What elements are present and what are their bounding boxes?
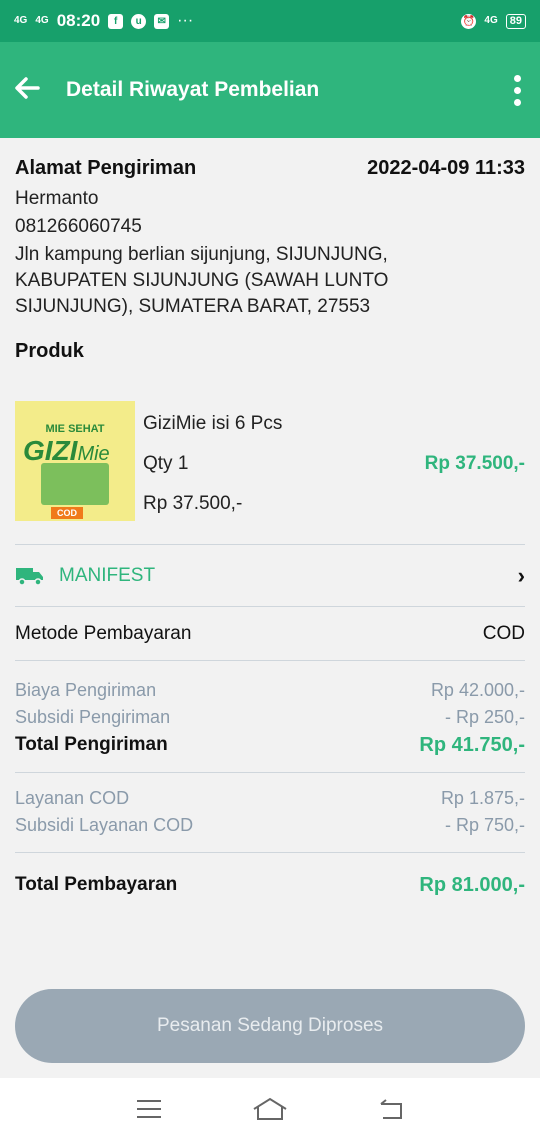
cod-subsidy-value: - Rp 750,- <box>444 815 525 835</box>
address-heading: Alamat Pengiriman <box>15 157 197 179</box>
network-indicator: 4G <box>14 15 28 26</box>
clock: 08:20 <box>56 11 101 30</box>
shipping-total-label: Total Pengiriman <box>15 734 168 755</box>
home-icon[interactable] <box>252 1097 288 1121</box>
divider <box>15 606 525 607</box>
shipping-subsidy-value: - Rp 250,- <box>444 707 525 727</box>
cod-fee-row: Layanan COD Rp 1.875,- <box>15 788 525 809</box>
more-vert-icon[interactable] <box>498 74 540 106</box>
shipping-subsidy-label: Subsidi Pengiriman <box>15 707 171 727</box>
divider <box>15 544 525 545</box>
shipping-total-row: Total Pengiriman Rp 41.750,- <box>15 734 525 757</box>
address-line-1: Jln kampung berlian sijunjung, SIJUNJUNG… <box>15 244 388 265</box>
product-unit-price: Rp 37.500,- <box>143 493 243 514</box>
truck-icon <box>16 568 43 586</box>
payment-method-value: COD <box>482 623 525 644</box>
address-header: Alamat Pengiriman 2022-04-09 11:33 <box>15 157 525 180</box>
grand-total-row: Total Pembayaran Rp 81.000,- <box>15 874 525 897</box>
product-qty: Qty 1 <box>143 453 189 474</box>
product-total: Rp 37.500,- <box>424 453 525 474</box>
recipient-name: Hermanto <box>15 188 99 209</box>
chevron-right-icon: › <box>517 563 525 588</box>
payment-method-row: Metode Pembayaran COD <box>15 623 525 645</box>
cod-fee-value: Rp 1.875,- <box>440 788 525 808</box>
order-detail: Alamat Pengiriman 2022-04-09 11:33 Herma… <box>15 138 525 896</box>
cod-subsidy-row: Subsidi Layanan COD - Rp 750,- <box>15 815 525 836</box>
order-datetime: 2022-04-09 11:33 <box>367 157 525 179</box>
status-bar: 4G 4G 08:20 f u ✉ ··· ⏰ 4G 89 <box>0 0 540 42</box>
more-notifications: ··· <box>177 12 194 29</box>
product-item[interactable]: MIE SEHAT GIZIMie COD GiziMie isi 6 Pcs … <box>15 401 525 521</box>
cod-fee-label: Layanan COD <box>15 788 130 808</box>
battery-level: 89 <box>505 13 526 29</box>
facebook-icon: f <box>108 13 124 29</box>
product-package <box>41 463 109 505</box>
payment-method-label: Metode Pembayaran <box>15 623 192 644</box>
product-name: GiziMie isi 6 Pcs <box>143 413 283 434</box>
divider <box>15 772 525 773</box>
shipping-subsidy-row: Subsidi Pengiriman - Rp 250,- <box>15 707 525 728</box>
manifest-label: MANIFEST <box>59 565 156 586</box>
address-line-3: SIJUNJUNG), SUMATERA BARAT, 27553 <box>15 296 371 317</box>
manifest-row[interactable]: MANIFEST › <box>15 556 525 596</box>
app-notification-icon: u <box>131 13 147 29</box>
network-indicator-3: 4G <box>484 15 498 26</box>
alarm-icon: ⏰ <box>461 13 477 29</box>
grand-total-label: Total Pembayaran <box>15 874 178 895</box>
shipping-cost-row: Biaya Pengiriman Rp 42.000,- <box>15 680 525 701</box>
back-arrow-icon <box>15 76 40 99</box>
order-status-button[interactable]: Pesanan Sedang Diproses <box>15 989 525 1063</box>
network-indicator-2: 4G <box>35 15 49 26</box>
page-title: Detail Riwayat Pembelian <box>66 78 320 101</box>
shipping-total-value: Rp 41.750,- <box>419 734 525 756</box>
menu-icon[interactable] <box>135 1098 163 1120</box>
back-button[interactable] <box>0 76 52 104</box>
grand-total-value: Rp 81.000,- <box>419 874 525 896</box>
address-line-2: KABUPATEN SIJUNJUNG (SAWAH LUNTO <box>15 270 389 291</box>
shipping-cost-value: Rp 42.000,- <box>430 680 525 700</box>
shipping-cost-label: Biaya Pengiriman <box>15 680 157 700</box>
system-nav-bar <box>0 1078 540 1140</box>
recipient-phone: 081266060745 <box>15 216 142 237</box>
return-icon[interactable] <box>377 1098 405 1120</box>
mail-icon: ✉ <box>154 13 170 29</box>
cod-subsidy-label: Subsidi Layanan COD <box>15 815 194 835</box>
divider <box>15 852 525 853</box>
product-image: MIE SEHAT GIZIMie COD <box>15 401 135 521</box>
divider <box>15 660 525 661</box>
app-bar: Detail Riwayat Pembelian <box>0 42 540 138</box>
product-heading: Produk <box>15 340 84 362</box>
